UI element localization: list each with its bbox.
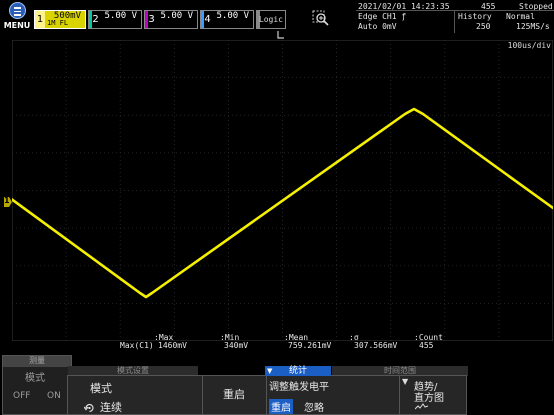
logic-label: Logic (258, 15, 283, 24)
channel-4-indicator[interactable]: 4 5.00 V (200, 10, 254, 29)
measure-mode-panel[interactable]: 测量 模式 OFF ON (2, 355, 72, 415)
channel-4-number: 4 (201, 11, 211, 28)
measure-tab[interactable]: 测量 (3, 356, 71, 367)
trigger-setting: Edge CH1 ƒ (358, 12, 407, 21)
channel-1-indicator[interactable]: 1 500mV 1M FL (34, 10, 86, 29)
mode-label: 模式 (90, 382, 112, 395)
channel-1-coupling: 1M FL (47, 19, 69, 27)
waveform-display[interactable]: 100us/div (12, 31, 553, 341)
channel-2-indicator[interactable]: 2 5.00 V (88, 10, 142, 29)
channel-3-number: 3 (145, 11, 155, 28)
adjust-trigger-label: 调整触发电平 (269, 382, 329, 393)
logic-indicator[interactable]: Logic (256, 10, 286, 29)
meas-source: Max(C1) (120, 341, 154, 350)
statistics-menu: 模式 连续 重启 调整触发电平 重启 忽略 ▼ 趋势/ 直方图 (67, 375, 467, 415)
menu-icon (9, 2, 26, 19)
menu-label: MENU (3, 21, 31, 30)
channel-2-scale: 5.00 V (104, 11, 137, 21)
channel-1-number: 1 (35, 11, 45, 28)
trend-histogram-button[interactable]: ▼ 趋势/ 直方图 (401, 376, 465, 414)
mode-small-label: 模式 (25, 373, 45, 384)
soft-menu: 测量 模式 OFF ON 模式设置 时间范围 模式 连续 重启 调整触发电平 重… (0, 355, 554, 415)
status-bar: MENU 1 500mV 1M FL 2 5.00 V 3 5.00 V 4 5… (0, 0, 554, 33)
reset-button[interactable]: 重启 (204, 380, 264, 410)
trend-icon (415, 403, 429, 410)
mode-value: 连续 (100, 401, 122, 414)
adjust-reset-option[interactable]: 重启 (269, 399, 293, 414)
trigger-mode: Auto 0mV (358, 22, 397, 31)
trend-label-line-2: 直方图 (414, 393, 444, 404)
on-option[interactable]: ON (47, 391, 61, 401)
adjust-ignore-option[interactable]: 忽略 (304, 399, 324, 414)
meas-max-value: 1460mV (158, 341, 187, 350)
channel-3-indicator[interactable]: 3 5.00 V (144, 10, 198, 29)
meas-min-value: 340mV (224, 341, 249, 350)
history-value: 250 (476, 22, 491, 31)
channel-3-scale: 5.00 V (160, 11, 193, 21)
channel-1-level-marker[interactable]: 1 (3, 196, 13, 208)
measurement-statistics: :Max Max(C1) 1460mV :Min 340mV :Mean 759… (118, 333, 478, 353)
time-per-division: 100us/div (507, 41, 551, 50)
channel-4-scale: 5.00 V (216, 11, 249, 21)
cycle-icon (84, 403, 94, 413)
zoom-icon[interactable] (312, 10, 330, 28)
meas-sigma-value: 307.566mV (354, 341, 398, 350)
sample-rate: 125MS/s (516, 22, 550, 31)
mode-button[interactable]: 模式 连续 (72, 378, 132, 414)
menu-button[interactable]: MENU (2, 2, 32, 32)
meas-mean-value: 759.261mV (288, 341, 332, 350)
trigger-position-icon (277, 31, 284, 39)
meas-count-value: 455 (419, 341, 434, 350)
adjust-trigger-level[interactable]: 调整触发电平 重启 忽略 (267, 376, 333, 414)
channel-2-number: 2 (89, 11, 99, 28)
off-option[interactable]: OFF (13, 391, 30, 401)
acquisition-status: 2021/02/01 14:23:35 455 Stopped Edge CH1… (356, 0, 554, 33)
submenu-arrow-icon: ▼ (402, 377, 409, 386)
statistics-tab[interactable]: ▼ 统计 (265, 366, 331, 376)
acquisition-mode: Normal (506, 12, 535, 21)
tab-arrow-icon: ▼ (267, 367, 273, 375)
statistics-tab-label: 统计 (288, 366, 307, 376)
graticule (12, 40, 553, 341)
history-label: History (458, 12, 492, 21)
